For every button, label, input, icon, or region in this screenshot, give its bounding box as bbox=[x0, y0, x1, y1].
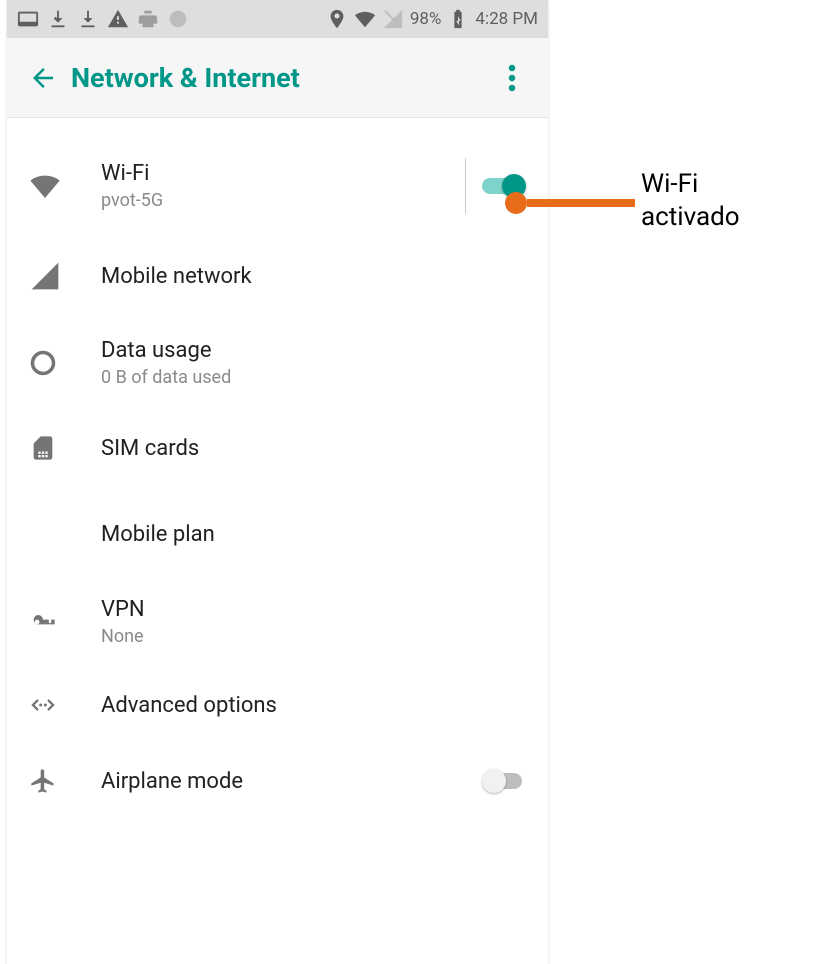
sim-cards-label: SIM cards bbox=[101, 436, 526, 461]
mobile-plan-label: Mobile plan bbox=[101, 522, 526, 547]
status-right: 98% 4:28 PM bbox=[326, 8, 538, 30]
advanced-options-row[interactable]: Advanced options bbox=[7, 665, 548, 745]
battery-percent: 98% bbox=[410, 9, 442, 29]
wifi-label: Wi-Fi bbox=[101, 161, 465, 186]
location-icon bbox=[326, 8, 348, 30]
phone-frame: 98% 4:28 PM Network & Internet Wi-Fi pvo bbox=[7, 0, 548, 964]
warning-icon bbox=[107, 8, 129, 30]
data-usage-icon bbox=[29, 349, 101, 377]
airplane-toggle[interactable] bbox=[482, 769, 526, 793]
settings-list: Wi-Fi pvot-5G Mobile network bbox=[7, 118, 548, 817]
divider bbox=[465, 158, 466, 214]
clock: 4:28 PM bbox=[475, 9, 538, 29]
advanced-icon bbox=[29, 691, 101, 719]
status-left-icons bbox=[17, 8, 326, 30]
circle-icon bbox=[167, 8, 189, 30]
wifi-row[interactable]: Wi-Fi pvot-5G bbox=[7, 140, 548, 232]
more-vert-icon bbox=[508, 63, 516, 93]
wifi-icon bbox=[29, 170, 101, 202]
data-usage-row[interactable]: Data usage 0 B of data used bbox=[7, 320, 548, 406]
overflow-menu-button[interactable] bbox=[488, 54, 536, 102]
sim-cards-row[interactable]: SIM cards bbox=[7, 406, 548, 490]
card-icon bbox=[17, 8, 39, 30]
wifi-toggle[interactable] bbox=[482, 174, 526, 198]
page-title: Network & Internet bbox=[67, 62, 488, 94]
airplane-mode-row[interactable]: Airplane mode bbox=[7, 745, 548, 817]
callout-text: Wi-Fi activado bbox=[641, 168, 740, 233]
download-icon bbox=[47, 8, 69, 30]
arrow-back-icon bbox=[28, 63, 58, 93]
signal-icon bbox=[29, 260, 101, 292]
data-usage-label: Data usage bbox=[101, 338, 526, 363]
print-icon bbox=[137, 8, 159, 30]
vpn-key-icon bbox=[29, 608, 101, 636]
status-bar: 98% 4:28 PM bbox=[7, 0, 548, 38]
mobile-network-label: Mobile network bbox=[101, 264, 526, 289]
wifi-sub: pvot-5G bbox=[101, 190, 465, 211]
mobile-plan-row[interactable]: Mobile plan bbox=[7, 490, 548, 579]
app-bar: Network & Internet bbox=[7, 38, 548, 118]
airplane-icon bbox=[29, 767, 101, 795]
sim-card-icon bbox=[29, 434, 101, 462]
download-icon-2 bbox=[77, 8, 99, 30]
vpn-row[interactable]: VPN None bbox=[7, 579, 548, 665]
wifi-status-icon bbox=[354, 8, 376, 30]
airplane-label: Airplane mode bbox=[101, 769, 482, 794]
vpn-label: VPN bbox=[101, 597, 526, 622]
data-usage-sub: 0 B of data used bbox=[101, 367, 526, 388]
battery-charging-icon bbox=[447, 8, 469, 30]
mobile-network-row[interactable]: Mobile network bbox=[7, 232, 548, 320]
back-button[interactable] bbox=[19, 54, 67, 102]
no-sim-icon bbox=[382, 8, 404, 30]
vpn-sub: None bbox=[101, 626, 526, 647]
advanced-label: Advanced options bbox=[101, 693, 526, 718]
